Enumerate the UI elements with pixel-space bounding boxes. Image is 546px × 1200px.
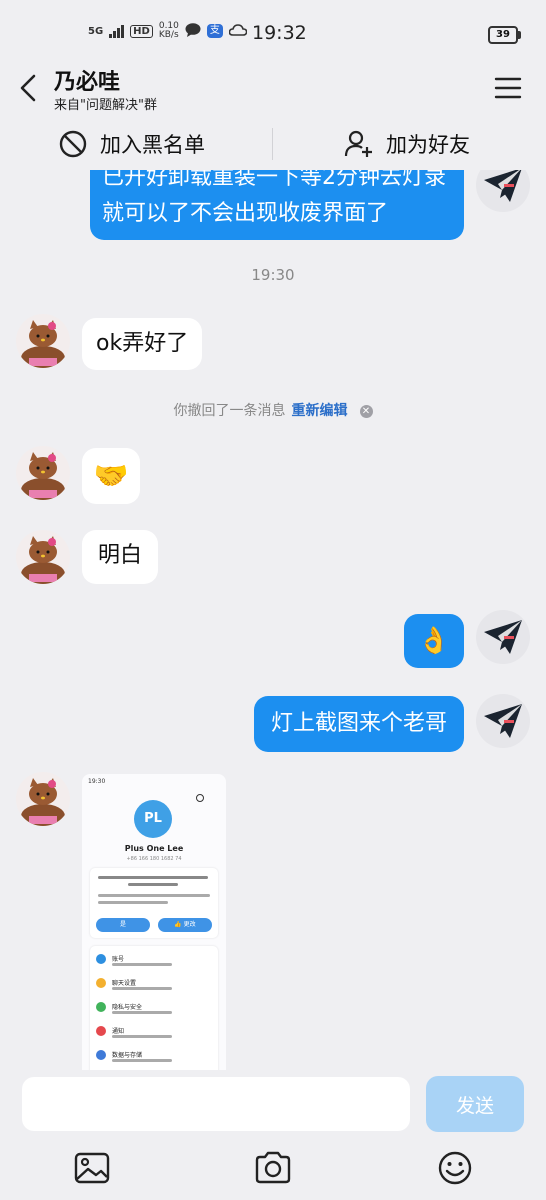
add-friend-label: 加为好友	[386, 133, 470, 157]
input-bar: 发送	[0, 1070, 546, 1140]
chat-title: 乃必哇	[54, 70, 121, 95]
hd-badge: HD	[130, 24, 153, 38]
my-avatar[interactable]	[476, 610, 530, 664]
message-bubble-outgoing-emoji[interactable]: 👌	[404, 614, 464, 668]
thumb-settings-row: 隐私与安全	[96, 1000, 216, 1020]
thumb-phone-number: +86 166 180 1682 74	[126, 856, 182, 862]
add-friend-button[interactable]: 加为好友	[344, 118, 470, 170]
hamburger-menu-icon	[494, 77, 522, 99]
message-bubble-outgoing[interactable]: 灯上截图来个老哥	[254, 696, 464, 752]
thumb-settings-row: 数据与存储	[96, 1048, 216, 1068]
image-icon	[74, 1152, 110, 1184]
stranger-action-bar: 加入黑名单 加为好友	[0, 118, 546, 170]
paper-plane-icon	[484, 620, 522, 654]
thumb-settings-row: 聊天设置	[96, 976, 216, 996]
image-picker-button[interactable]	[72, 1148, 112, 1188]
camera-icon	[255, 1151, 291, 1184]
thumb-settings-card: 账号 聊天设置 隐私与安全 通知 数据与存储	[90, 946, 218, 1070]
menu-button[interactable]	[492, 72, 524, 104]
timestamp-divider: 19:30	[251, 266, 295, 284]
message-list[interactable]: 已开好卸载重装一下等2分钟去灯录就可以了不会出现收废界面了 19:30 ok弄好…	[0, 118, 546, 1070]
thumb-profile-name: Plus One Lee	[124, 844, 184, 853]
my-avatar[interactable]	[476, 694, 530, 748]
network-type: 5G	[88, 25, 104, 37]
sender-avatar[interactable]	[16, 446, 70, 500]
sender-avatar[interactable]	[16, 314, 70, 368]
status-bar: 5G HD 0.10 KB/s 支 19:32 39	[0, 0, 546, 62]
kitty-avatar-icon	[16, 446, 70, 500]
screenshot-image-message[interactable]: 19:30 PL Plus One Lee +86 166 180 1682 7…	[82, 774, 226, 1070]
smiley-icon	[438, 1151, 472, 1185]
chevron-left-icon	[20, 74, 36, 102]
sender-avatar[interactable]	[16, 530, 70, 584]
recall-notice: 你撤回了一条消息 重新编辑 ✕	[0, 400, 546, 420]
dismiss-recall-icon[interactable]: ✕	[359, 404, 373, 418]
thumb-settings-row: 通知	[96, 1024, 216, 1044]
camera-button[interactable]	[253, 1148, 293, 1188]
thumb-search-icon	[196, 794, 204, 802]
network-speed: 0.10 KB/s	[158, 21, 179, 40]
block-icon	[59, 130, 87, 158]
send-button[interactable]: 发送	[426, 1076, 524, 1132]
re-edit-link[interactable]: 重新编辑	[292, 403, 348, 419]
battery-indicator: 39	[488, 26, 521, 44]
signal-icon	[109, 24, 125, 38]
emoji-button[interactable]	[435, 1148, 475, 1188]
block-button[interactable]: 加入黑名单	[58, 118, 205, 170]
status-time: 19:32	[252, 22, 307, 44]
chat-bubble-icon	[185, 22, 201, 40]
thumb-time: 19:30	[88, 778, 106, 785]
message-input[interactable]	[22, 1077, 410, 1131]
add-user-icon	[344, 130, 372, 157]
paper-plane-icon	[484, 704, 522, 738]
thumb-settings-row: 账号	[96, 952, 216, 972]
sender-avatar[interactable]	[16, 772, 70, 826]
thumb-prompt-card: 是 👍 更改	[90, 868, 218, 938]
block-label: 加入黑名单	[100, 133, 205, 157]
action-divider	[272, 128, 273, 160]
message-bubble-incoming[interactable]: 明白	[82, 530, 159, 584]
back-button[interactable]	[14, 68, 48, 108]
kitty-avatar-icon	[16, 772, 70, 826]
bottom-toolbar	[0, 1140, 546, 1200]
recall-text: 你撤回了一条消息	[173, 403, 286, 419]
cloud-icon	[228, 23, 248, 39]
status-icons: 5G HD 0.10 KB/s 支	[88, 21, 248, 40]
thumb-avatar: PL	[134, 800, 172, 838]
message-bubble-incoming-emoji[interactable]: 🤝	[82, 448, 140, 504]
chat-subtitle: 来自"问题解决"群	[54, 98, 157, 113]
chat-header: 乃必哇 来自"问题解决"群	[0, 62, 546, 118]
alipay-icon: 支	[206, 24, 223, 38]
kitty-avatar-icon	[16, 314, 70, 368]
thumb-yes-button: 是	[96, 918, 150, 932]
message-bubble-incoming[interactable]: ok弄好了	[82, 318, 203, 370]
kitty-avatar-icon	[16, 530, 70, 584]
thumb-change-button: 👍 更改	[158, 918, 212, 932]
